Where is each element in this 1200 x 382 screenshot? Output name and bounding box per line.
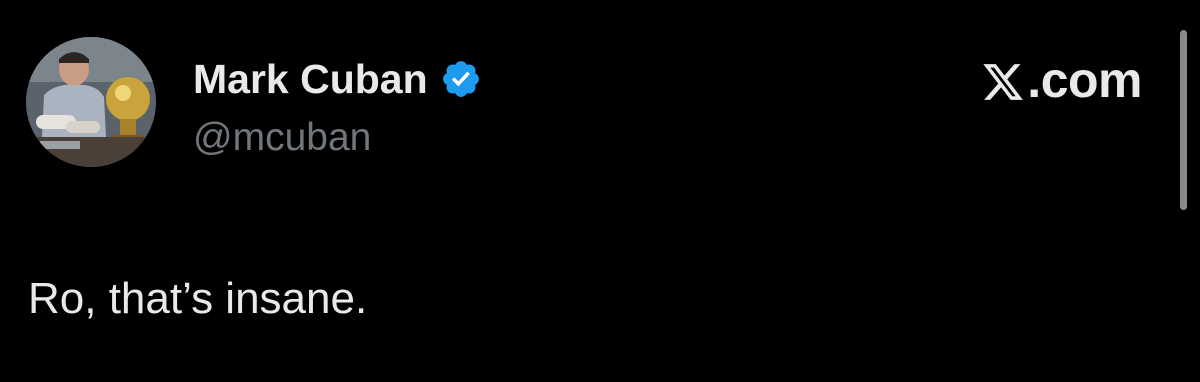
avatar[interactable] <box>26 37 156 167</box>
avatar-photo <box>26 37 156 167</box>
display-name[interactable]: Mark Cuban <box>193 54 428 104</box>
handle[interactable]: @mcuban <box>193 114 371 162</box>
brand-wordmark-suffix: .com <box>1027 52 1142 108</box>
x-logo-icon <box>981 58 1025 102</box>
tweet-card: Mark Cuban @mcuban .com Ro, that’s insan… <box>0 0 1200 382</box>
scrollbar[interactable] <box>1180 30 1187 210</box>
brand-wordmark: .com <box>981 52 1142 108</box>
verified-badge-icon <box>440 58 482 100</box>
tweet-text: Ro, that’s insane. <box>28 274 368 323</box>
author-name-row: Mark Cuban <box>193 54 482 104</box>
